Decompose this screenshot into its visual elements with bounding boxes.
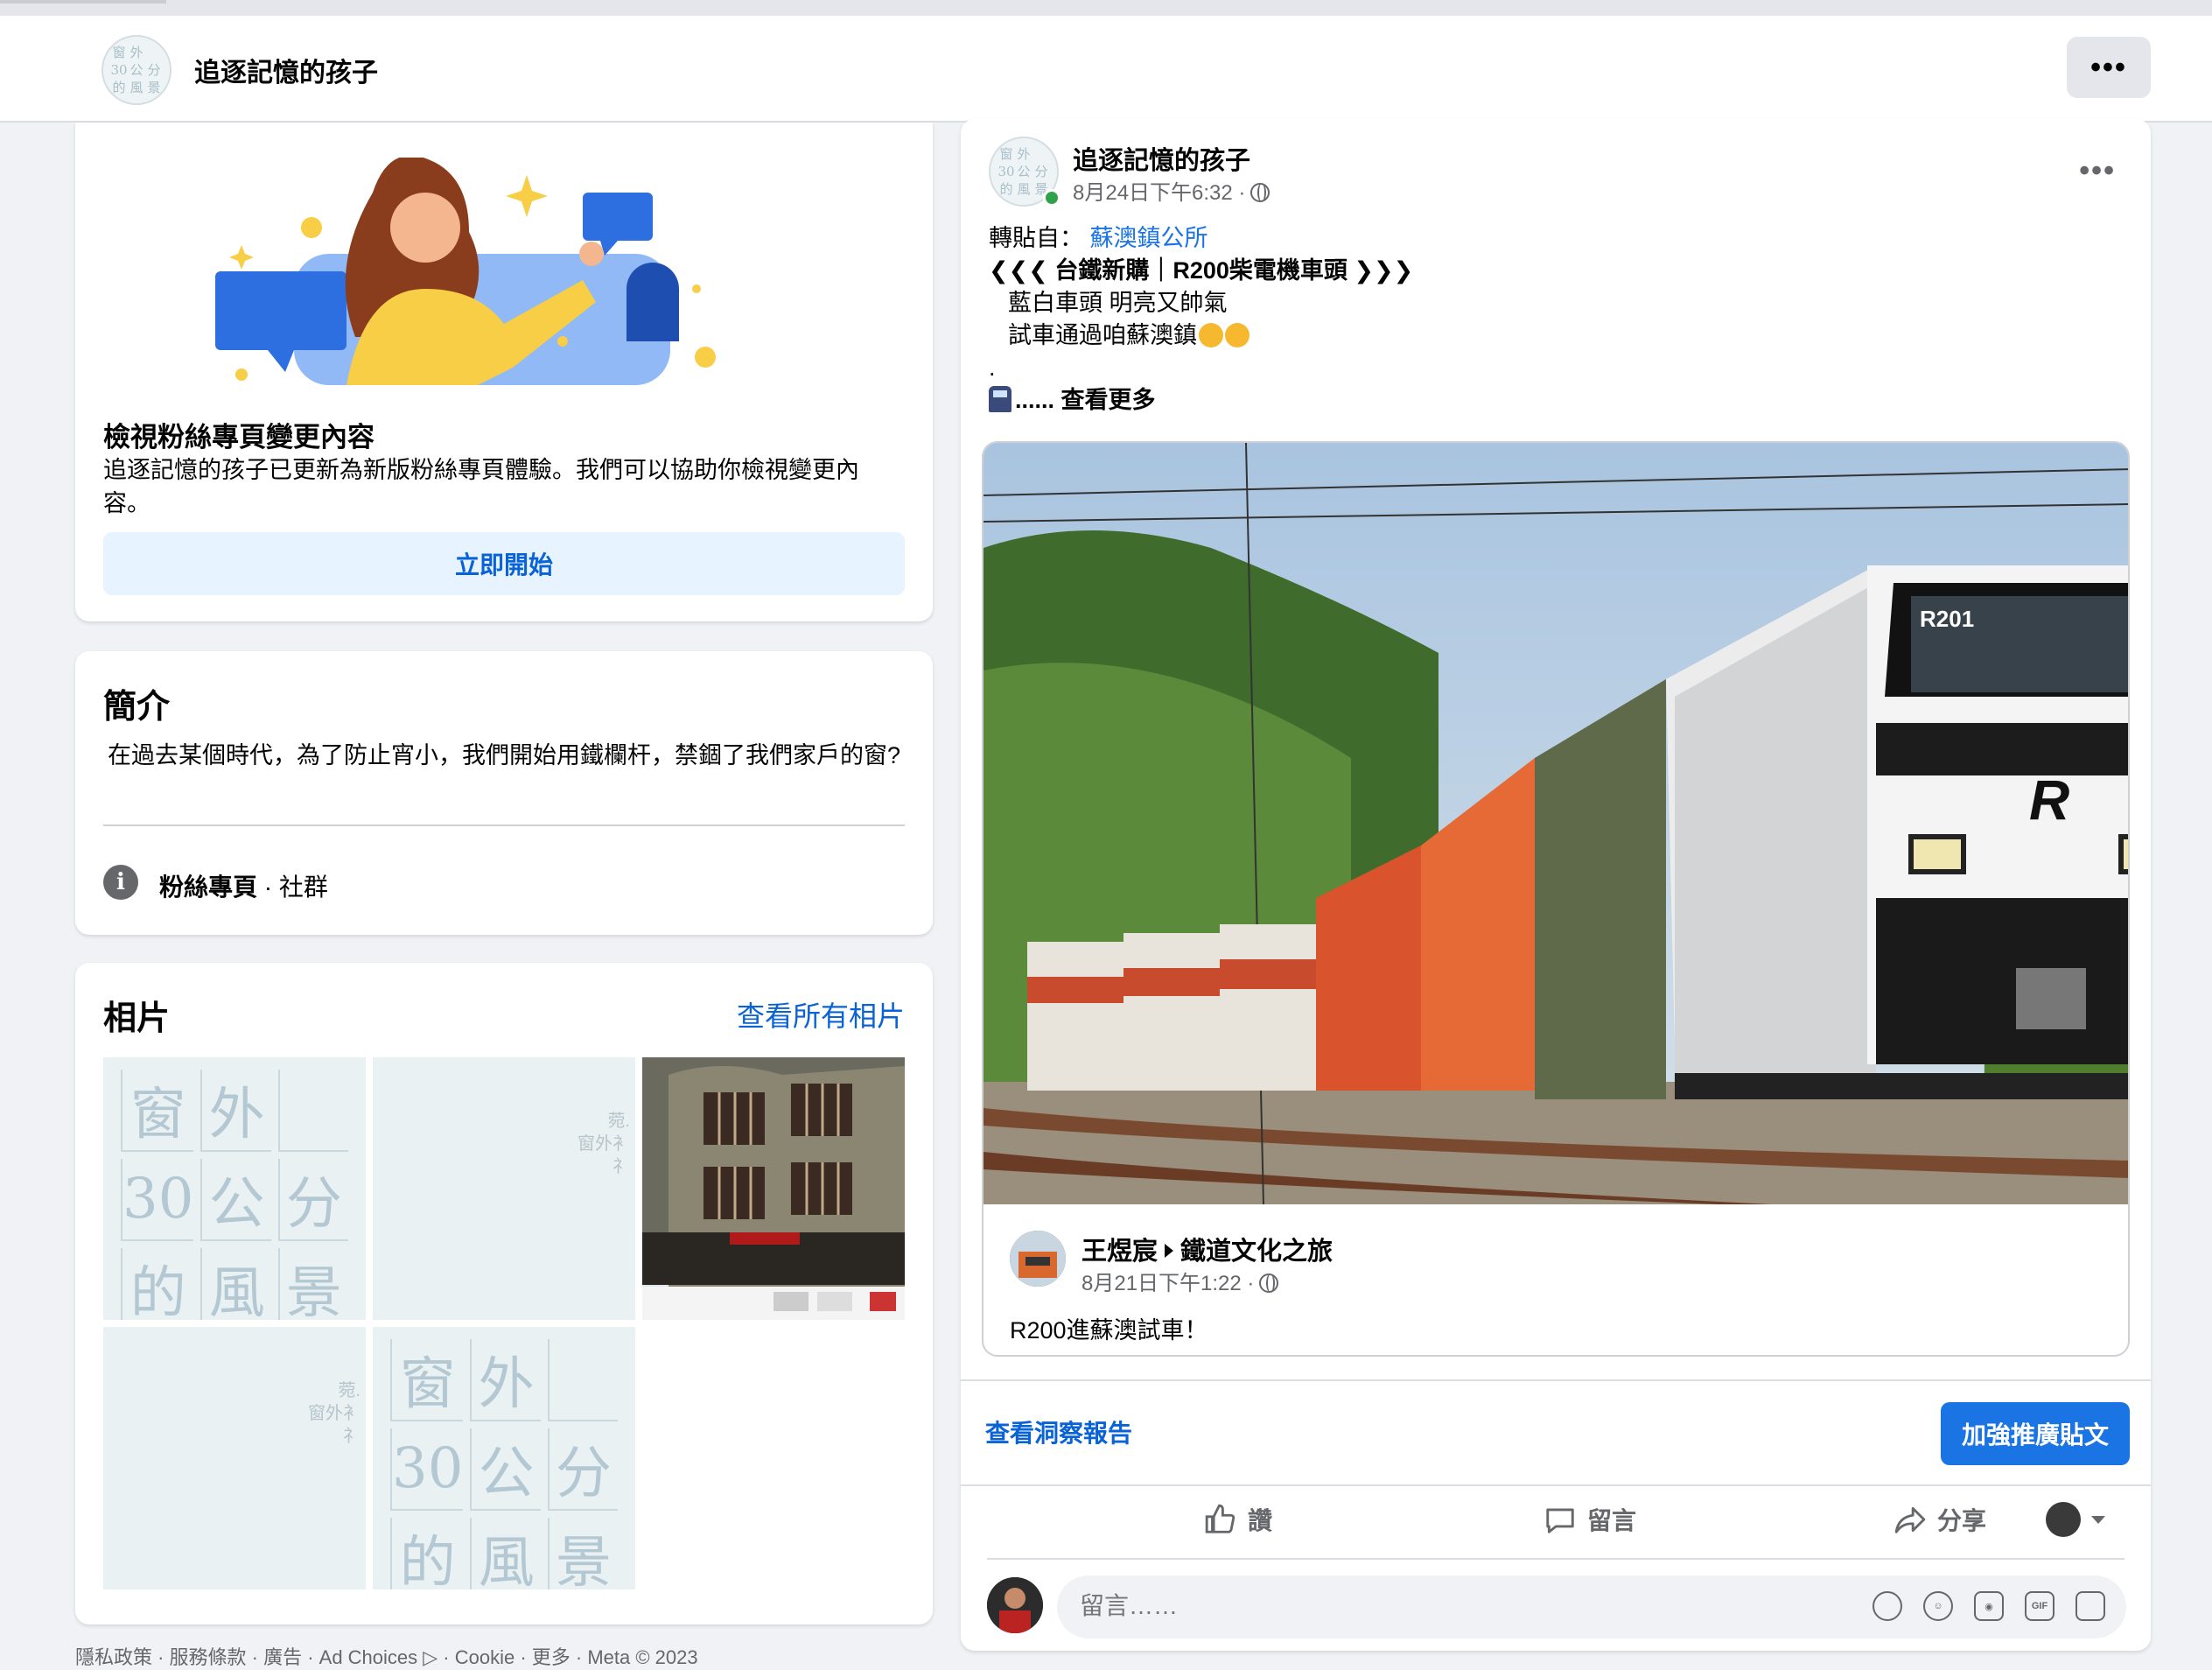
page-title[interactable]: 追逐記憶的孩子 <box>194 51 378 89</box>
intro-divider <box>103 824 905 826</box>
online-status-dot <box>1043 189 1060 207</box>
view-insights-link[interactable]: 查看洞察報告 <box>985 1414 1132 1449</box>
clap-emoji-icon <box>1199 323 1223 347</box>
shared-author[interactable]: 王煜宸 鐵道文化之旅 <box>1082 1231 1333 1267</box>
shared-post[interactable]: R201 R 王煜宸 鐵道文化之旅 8月21日下午1:22 · R200進蘇澳試車… <box>982 441 2130 1357</box>
post-line: . <box>989 354 996 381</box>
shared-from-link[interactable]: 蘇澳鎮公所 <box>1090 225 1208 251</box>
footer-links[interactable]: 隱私政策 · 服務條款 · 廣告 · Ad Choices ▷ · Cookie… <box>75 1642 698 1670</box>
see-more-link[interactable]: ...... 查看更多 <box>1015 387 1156 413</box>
faint-text: 菀. 窗外衤礻 <box>578 1112 630 1176</box>
share-button[interactable]: 分享 <box>1894 1502 1986 1537</box>
post-headline: ❮❮❮ 台鐵新購｜R200柴電機車頭 ❯❯❯ <box>989 257 1414 284</box>
comment-button[interactable]: 留言 <box>1544 1502 1636 1537</box>
photo-thumbnail[interactable]: 菀. 窗外衤礻 <box>103 1327 366 1589</box>
camera-icon[interactable]: ◉ <box>1974 1591 2004 1621</box>
get-started-button[interactable]: 立即開始 <box>103 532 905 595</box>
photo-thumbnail[interactable] <box>642 1057 905 1320</box>
divider <box>961 1379 2151 1381</box>
like-button[interactable]: 讚 <box>1204 1502 1272 1537</box>
globe-icon <box>1250 183 1270 202</box>
photo-thumbnail[interactable]: 菀. 窗外衤礻 <box>373 1057 635 1320</box>
globe-icon <box>1259 1274 1279 1293</box>
post-line: 試車通過咱蘇澳鎮 <box>1008 322 1197 348</box>
photos-card: 相片 查看所有相片 窗外 30 公分 的風景 菀. 窗外衤礻 菀. 窗外衤 礻 … <box>75 963 933 1624</box>
comment-composer[interactable]: ☺ ◉ GIF <box>1057 1575 2126 1638</box>
caret-right-icon <box>1165 1244 1174 1258</box>
post-as-selector[interactable] <box>2046 1502 2105 1537</box>
user-avatar <box>2046 1502 2081 1537</box>
sticker-icon[interactable] <box>1872 1591 1902 1621</box>
chevron-down-icon <box>2091 1515 2105 1524</box>
user-photo <box>987 1577 1043 1633</box>
page-logo-grid: 窗外 30 公分 的風景 <box>998 145 1048 197</box>
browser-top-strip <box>0 0 2212 16</box>
post-actions-bar: 讚 留言 分享 <box>987 1493 2124 1560</box>
post-text: 轉貼自： 蘇澳鎮公所 ❮❮❮ 台鐵新購｜R200柴電機車頭 ❯❯❯ 藍白車頭 明… <box>989 222 2109 417</box>
comment-tools: ☺ ◉ GIF <box>1872 1591 2105 1621</box>
post-more-button[interactable]: ••• <box>2079 154 2116 188</box>
emoji-icon[interactable]: ☺ <box>1923 1591 1953 1621</box>
gif-icon[interactable]: GIF <box>2025 1591 2054 1621</box>
boost-post-button[interactable]: 加強推廣貼文 <box>1941 1402 2130 1465</box>
welcome-illustration <box>215 158 716 385</box>
locomotive-logo: R <box>2029 768 2069 831</box>
train-emoji-icon <box>989 386 1012 412</box>
divider <box>987 1558 2124 1560</box>
page-avatar[interactable]: 窗外 30 公分 的風景 <box>102 35 172 105</box>
shared-timestamp[interactable]: 8月21日下午1:22 · <box>1082 1266 1279 1296</box>
intro-title: 簡介 <box>103 689 171 726</box>
comment-input[interactable] <box>1078 1591 1690 1621</box>
post-timestamp[interactable]: 8月24日下午6:32 · <box>1073 175 1270 206</box>
page-header: 窗外 30 公分 的風景 追逐記憶的孩子 ••• <box>0 16 2212 123</box>
train-photo[interactable]: R201 R <box>984 443 2130 1204</box>
post-card: 窗外 30 公分 的風景 追逐記憶的孩子 8月24日下午6:32 · ••• 轉貼… <box>961 119 2151 1651</box>
building-photo <box>642 1057 905 1320</box>
tab-indicator <box>0 0 166 4</box>
category-value: · 社群 <box>257 874 328 901</box>
intro-description: 在過去某個時代，為了防止宵小，我們開始用鐵欄杆，禁錮了我們家戶的窗? <box>107 742 900 768</box>
see-all-photos-link[interactable]: 查看所有相片 <box>737 994 905 1035</box>
shared-group-name[interactable]: 鐵道文化之旅 <box>1180 1238 1333 1266</box>
commenter-avatar[interactable] <box>987 1577 1043 1633</box>
locomotive-number: R201 <box>1920 606 1974 632</box>
share-icon <box>1894 1506 1926 1533</box>
post-author-name[interactable]: 追逐記憶的孩子 <box>1073 140 1250 177</box>
page-logo-grid: 窗外 30 公分 的風景 <box>110 44 161 95</box>
photos-title: 相片 <box>103 1000 171 1037</box>
page-category: 粉絲專頁 · 社群 <box>159 868 328 903</box>
train-avatar-image <box>1010 1231 1066 1287</box>
avatar-sticker-icon[interactable] <box>2076 1591 2105 1621</box>
shared-author-name[interactable]: 王煜宸 <box>1082 1238 1158 1266</box>
clap-emoji-icon <box>1225 323 1250 347</box>
faint-text: 菀. 窗外衤礻 <box>308 1381 360 1446</box>
post-line: 藍白車頭 明亮又帥氣 <box>1008 290 1228 316</box>
category-label: 粉絲專頁 <box>159 874 258 901</box>
shared-from-label: 轉貼自： <box>989 225 1083 251</box>
page-changes-title: 檢視粉絲專頁變更內容 <box>103 422 374 453</box>
page-changes-card: 檢視粉絲專頁變更內容 追逐記憶的孩子已更新為新版粉絲專頁體驗。我們可以協助你檢視… <box>75 123 933 621</box>
intro-card: 簡介 在過去某個時代，為了防止宵小，我們開始用鐵欄杆，禁錮了我們家戶的窗? i … <box>75 651 933 935</box>
photo-thumbnail[interactable]: 窗外 30 公分 的風景 <box>103 1057 366 1320</box>
comment-icon <box>1546 1508 1574 1533</box>
info-icon: i <box>103 865 138 900</box>
photo-thumbnail[interactable]: 窗外 30 公分 的風景 <box>373 1327 635 1589</box>
shared-author-avatar[interactable] <box>1010 1231 1066 1287</box>
thumbs-up-icon <box>1205 1504 1236 1533</box>
header-more-button[interactable]: ••• <box>2067 37 2151 98</box>
shared-post-text: R200進蘇澳試車！ <box>1010 1317 1208 1344</box>
page-changes-description: 追逐記憶的孩子已更新為新版粉絲專頁體驗。我們可以協助你檢視變更內容。 <box>103 457 859 516</box>
divider <box>961 1484 2151 1486</box>
